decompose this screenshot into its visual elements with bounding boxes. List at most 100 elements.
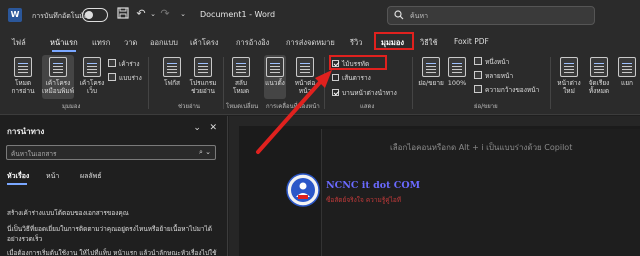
- nav-tab-pages[interactable]: หน้า: [46, 171, 59, 182]
- page-group-label: การเคลื่อนที่ของหน้า: [266, 103, 320, 110]
- side-by-side-button[interactable]: หน้าต่อหน้า: [292, 57, 318, 95]
- tab-layout[interactable]: เค้าโครง: [190, 37, 219, 49]
- tab-references[interactable]: การอ้างอิง: [236, 37, 269, 49]
- separator: [148, 57, 149, 109]
- web-layout-icon: [83, 57, 101, 77]
- focus-label: โฟกัส: [164, 79, 180, 87]
- split-button[interactable]: แยก: [616, 57, 638, 87]
- new-window-label: หน้าต่างใหม่: [557, 79, 581, 95]
- document-title: Document1 - Word: [200, 10, 276, 19]
- vertical-ruler[interactable]: [229, 126, 239, 256]
- outline-label: เค้าร่าง: [119, 60, 140, 68]
- focus-button[interactable]: โฟกัส: [160, 57, 184, 87]
- ruler-checkbox-highlight: [329, 55, 387, 70]
- copilot-hint: เลือกไอคอนหรือกด Alt + i เป็นแบบร่างด้วย…: [390, 143, 573, 152]
- print-layout-button[interactable]: เค้าโครงเหมือนพิมพ์: [42, 55, 74, 99]
- document-page[interactable]: เลือกไอคอนหรือกด Alt + i เป็นแบบร่างด้วย…: [321, 129, 640, 256]
- navigation-pane-checkbox[interactable]: บานหน้าต่างนำทาง: [332, 88, 397, 98]
- nav-search-input[interactable]: ค้นหาในเอกสาร ⌕ ⌄: [6, 145, 216, 160]
- nav-help-text-3: เมื่อต้องการเริ่มต้นใช้งาน ให้ไปที่แท็บ …: [7, 249, 217, 256]
- nav-tab-results[interactable]: ผลลัพธ์: [80, 171, 102, 182]
- zoom-100-icon: [448, 57, 466, 77]
- multiple-pages-label: หลายหน้า: [485, 72, 514, 80]
- gridlines-check-icon: [332, 74, 339, 81]
- read-mode-button[interactable]: โหมดการอ่าน: [10, 57, 36, 95]
- print-layout-label: เค้าโครงเหมือนพิมพ์: [42, 79, 74, 95]
- draft-icon: [108, 73, 116, 81]
- close-icon[interactable]: ✕: [209, 123, 217, 133]
- customize-toolbar-icon[interactable]: ⌄: [176, 7, 190, 21]
- side-by-side-label: หน้าต่อหน้า: [294, 79, 316, 95]
- draft-label: แบบร่าง: [119, 74, 142, 82]
- new-window-button[interactable]: หน้าต่างใหม่: [556, 57, 582, 95]
- nav-tab-underline: [7, 183, 27, 185]
- nav-pane-title: การนำทาง: [7, 127, 45, 136]
- outline-button[interactable]: เค้าร่าง: [108, 59, 140, 69]
- side-to-side-mode-button[interactable]: สลับโหมด: [228, 57, 254, 95]
- search-placeholder: ค้นหา: [410, 12, 429, 20]
- page-width-label: ความกว้างของหน้า: [485, 86, 540, 94]
- tab-file[interactable]: ไฟล์: [12, 37, 26, 49]
- multiple-pages-button[interactable]: หลายหน้า: [474, 71, 513, 81]
- immersive-reader-button[interactable]: โปรแกรมช่วยอ่าน: [186, 57, 220, 95]
- watermark-logo: [286, 173, 320, 207]
- print-layout-icon: [49, 57, 67, 77]
- split-label: แยก: [621, 79, 633, 87]
- navigation-pane: การนำทาง ⌄ ✕ ค้นหาในเอกสาร ⌕ ⌄ หัวเรื่อง…: [0, 116, 228, 256]
- arrange-all-button[interactable]: จัดเรียงทั้งหมด: [586, 57, 612, 95]
- zoom-button[interactable]: ย่อ/ขยาย: [418, 57, 444, 87]
- nav-help-text-2: นี่เป็นวิธีที่ยอดเยี่ยมในการติดตามว่าคุณ…: [7, 225, 213, 243]
- immersive-reader-icon: [194, 57, 212, 77]
- multiple-pages-icon: [474, 71, 482, 79]
- search-icon[interactable]: ⌕ ⌄: [199, 148, 211, 157]
- nav-search-placeholder: ค้นหาในเอกสาร: [11, 150, 57, 158]
- title-bar: W การบันทึกอัตโนมัติ ↶ ⌄ ↷ ⌄ Document1 -…: [0, 0, 640, 31]
- tab-review[interactable]: รีวิว: [350, 37, 362, 49]
- save-icon[interactable]: [116, 7, 130, 21]
- web-layout-button[interactable]: เค้าโครงเว็บ: [78, 57, 106, 95]
- horizontal-ruler[interactable]: [229, 116, 640, 126]
- split-icon: [618, 57, 636, 77]
- gridlines-checkbox[interactable]: เส้นตาราง: [332, 73, 371, 83]
- new-window-icon: [560, 57, 578, 77]
- separator: [550, 57, 551, 109]
- chevron-down-icon[interactable]: ⌄: [193, 123, 201, 133]
- immersive-group-label: ช่วยอ่าน: [178, 103, 201, 110]
- page-width-button[interactable]: ความกว้างของหน้า: [474, 85, 539, 95]
- tab-design[interactable]: ออกแบบ: [150, 37, 178, 49]
- redo-icon[interactable]: ↷: [158, 7, 172, 21]
- arrange-all-icon: [590, 57, 608, 77]
- arrange-all-label: จัดเรียงทั้งหมด: [588, 79, 610, 95]
- one-page-button[interactable]: หนึ่งหน้า: [474, 57, 509, 67]
- immersive-reader-label: โปรแกรมช่วยอ่าน: [189, 79, 217, 95]
- side-by-side-icon: [296, 57, 314, 77]
- zoom-group-label: ย่อ/ขยาย: [474, 103, 498, 110]
- title-search-box[interactable]: ค้นหา: [387, 6, 595, 25]
- web-layout-label: เค้าโครงเว็บ: [79, 79, 105, 95]
- outline-icon: [108, 59, 116, 67]
- tab-home[interactable]: หน้าแรก: [50, 37, 78, 49]
- one-page-icon: [474, 57, 482, 65]
- zoom-100-button[interactable]: 100%: [446, 57, 468, 87]
- tab-help[interactable]: วิธีใช้: [420, 37, 438, 49]
- zoom-100-label: 100%: [447, 79, 467, 87]
- autosave-toggle[interactable]: [82, 8, 108, 22]
- page-movement-group-label: โหมดเปลี่ยน: [226, 103, 259, 110]
- show-group-label: แสดง: [360, 103, 375, 110]
- vertical-label: แนวตั้ง: [265, 79, 285, 87]
- tab-insert[interactable]: แทรก: [92, 37, 110, 49]
- vertical-button[interactable]: แนวตั้ง: [264, 55, 286, 99]
- nav-tab-headings[interactable]: หัวเรื่อง: [7, 171, 29, 182]
- tab-foxit-pdf[interactable]: Foxit PDF: [454, 37, 489, 46]
- separator: [324, 57, 325, 109]
- side-to-side-label: สลับโหมด: [232, 79, 250, 95]
- ribbon-tabs: ไฟล์ หน้าแรก แทรก วาด ออกแบบ เค้าโครง กา…: [0, 31, 640, 53]
- tab-draw[interactable]: วาด: [124, 37, 137, 49]
- tab-mailings[interactable]: การส่งจดหมาย: [286, 37, 335, 49]
- draft-button[interactable]: แบบร่าง: [108, 73, 142, 83]
- ribbon: โหมดการอ่าน เค้าโครงเหมือนพิมพ์ เค้าโครง…: [0, 53, 640, 115]
- navigation-pane-check-icon: [332, 89, 339, 96]
- word-icon: W: [8, 8, 22, 22]
- one-page-label: หนึ่งหน้า: [485, 58, 510, 66]
- page-width-icon: [474, 85, 482, 93]
